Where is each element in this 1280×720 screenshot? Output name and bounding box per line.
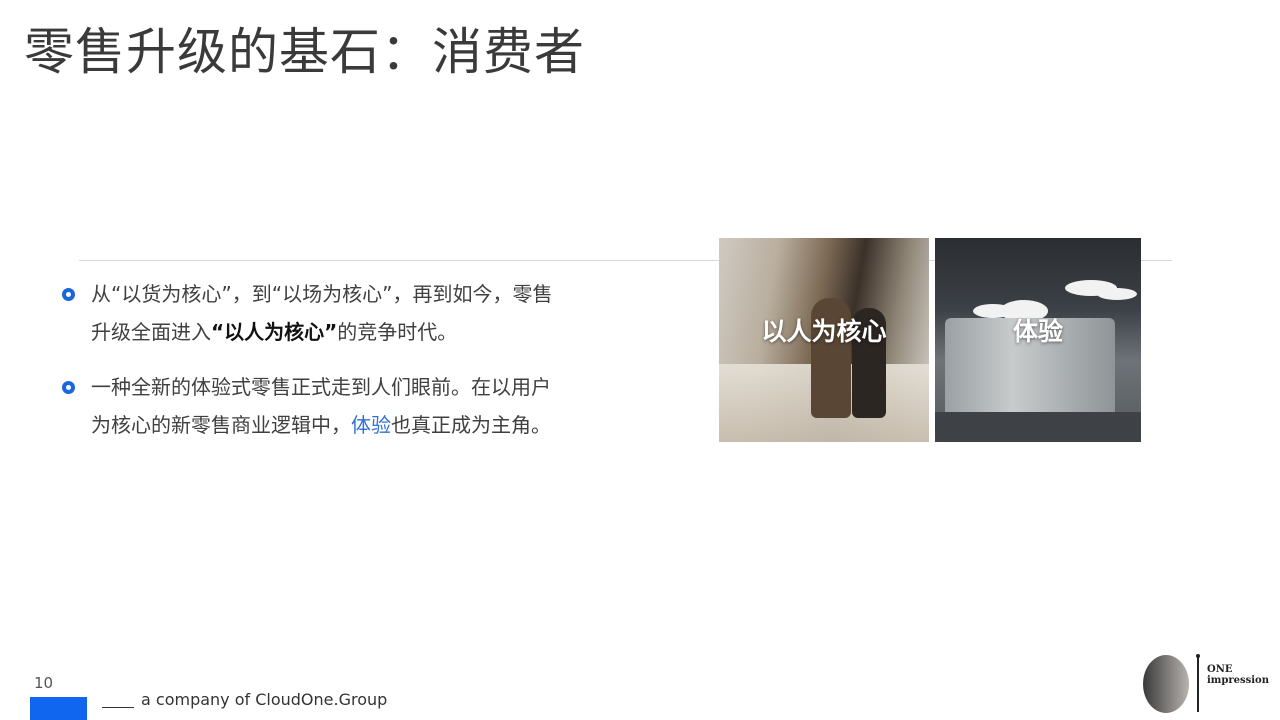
company-tagline: a company of CloudOne.Group bbox=[141, 690, 388, 709]
photo-experience: 体验 bbox=[935, 238, 1141, 442]
bullet-line: 为核心的新零售商业逻辑中，体验也真正成为主角。 bbox=[91, 406, 620, 444]
bullet-dot-icon bbox=[62, 381, 75, 394]
bullet-line: 一种全新的体验式零售正式走到人们眼前。在以用户 bbox=[91, 375, 551, 399]
bullet-text: 从“以货为核心”，到“以场为核心”，再到如今，零售 升级全面进入“以人为核心”的… bbox=[91, 275, 620, 351]
photo-label: 体验 bbox=[1012, 317, 1063, 346]
accent-block bbox=[30, 697, 87, 720]
bullet-highlight-text: 体验 bbox=[351, 413, 391, 437]
bullet-text-segment: 为核心的新零售商业逻辑中， bbox=[91, 413, 351, 437]
bullet-item: 从“以货为核心”，到“以场为核心”，再到如今，零售 升级全面进入“以人为核心”的… bbox=[60, 275, 620, 351]
logo-text-line: impression bbox=[1207, 675, 1270, 686]
page-number: 10 bbox=[34, 674, 54, 692]
bullet-dot-icon bbox=[62, 288, 75, 301]
logo-text: ONE impression bbox=[1207, 664, 1269, 686]
logo-oval-icon bbox=[1143, 655, 1189, 713]
bullet-line: 从“以货为核心”，到“以场为核心”，再到如今，零售 bbox=[91, 282, 553, 306]
photo-people-core: 以人为核心 bbox=[719, 238, 929, 442]
photo-cloud bbox=[1097, 288, 1137, 300]
one-impression-logo: ONE impression bbox=[1143, 654, 1273, 716]
photo-floor bbox=[935, 412, 1141, 442]
logo-text-line: ONE bbox=[1207, 664, 1233, 675]
bullet-text-segment: 升级全面进入 bbox=[91, 320, 211, 344]
bullet-item: 一种全新的体验式零售正式走到人们眼前。在以用户 为核心的新零售商业逻辑中，体验也… bbox=[60, 368, 620, 444]
bullet-text-segment: 也真正成为主角。 bbox=[391, 413, 551, 437]
bullet-text: 一种全新的体验式零售正式走到人们眼前。在以用户 为核心的新零售商业逻辑中，体验也… bbox=[91, 368, 620, 444]
logo-bar-icon bbox=[1197, 656, 1199, 712]
bullet-bold-text: “以人为核心” bbox=[211, 320, 338, 344]
bullet-text-segment: 的竞争时代。 bbox=[337, 320, 458, 344]
slide-title: 零售升级的基石：消费者 bbox=[24, 23, 585, 81]
footer-dash bbox=[102, 707, 134, 708]
photo-label: 以人为核心 bbox=[761, 317, 887, 346]
bullet-list: 从“以货为核心”，到“以场为核心”，再到如今，零售 升级全面进入“以人为核心”的… bbox=[60, 275, 620, 461]
bullet-line: 升级全面进入“以人为核心”的竞争时代。 bbox=[91, 313, 620, 351]
